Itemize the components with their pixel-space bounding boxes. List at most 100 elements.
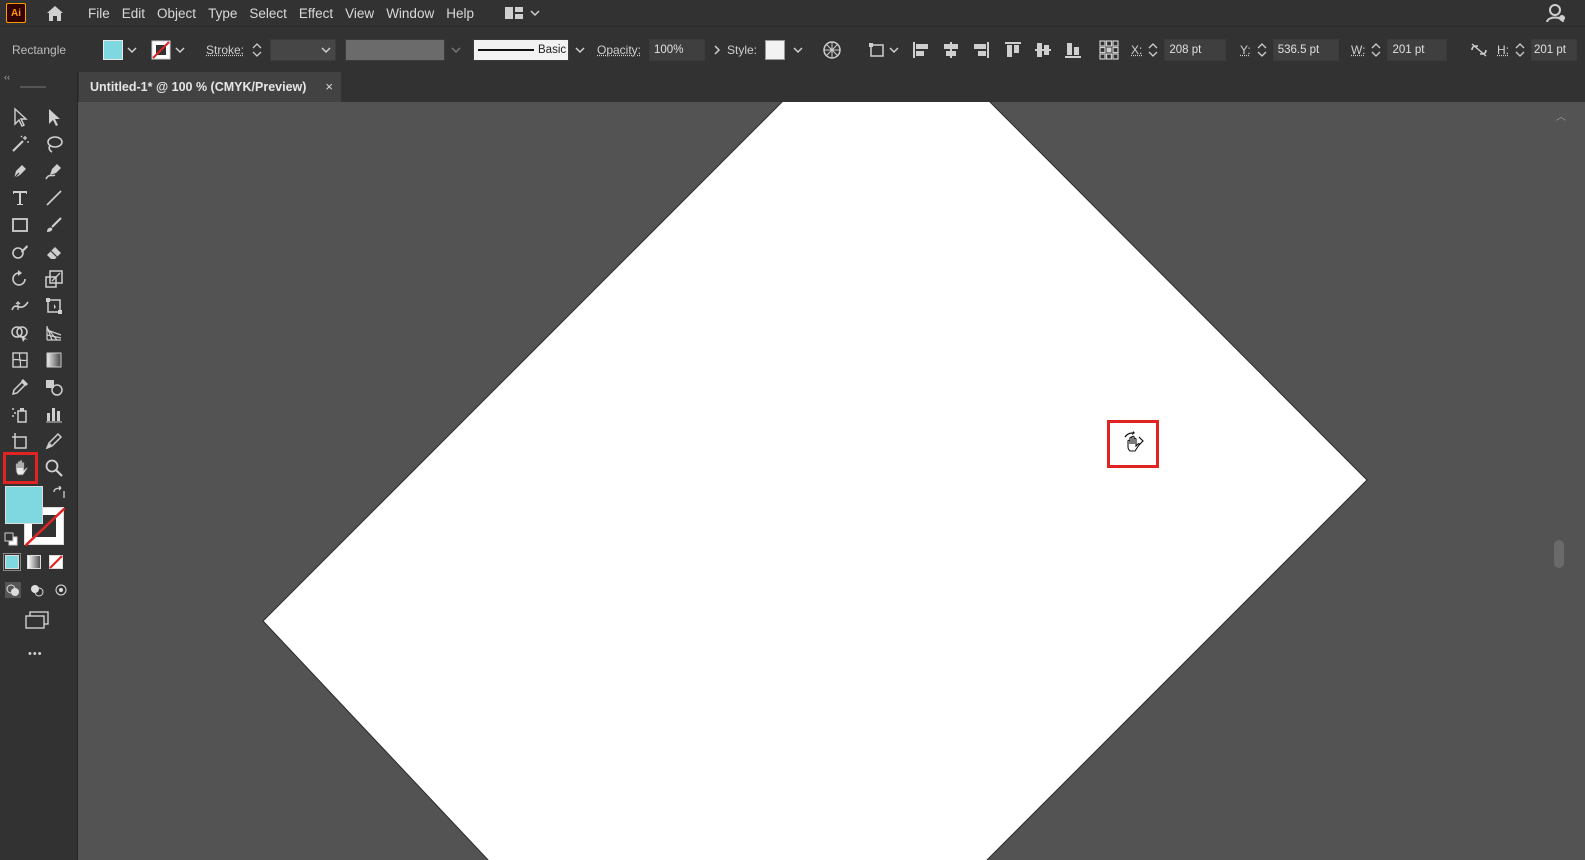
collapse-panel-icon[interactable]: ‹‹ xyxy=(4,72,10,82)
selection-tool[interactable] xyxy=(6,104,34,130)
variable-width-profile[interactable] xyxy=(345,27,461,73)
draw-behind-icon[interactable] xyxy=(29,582,45,598)
brush-definition-field[interactable]: Basic xyxy=(473,39,569,61)
align-vertical-center-icon[interactable] xyxy=(1033,40,1053,60)
w-stepper[interactable] xyxy=(1371,40,1381,60)
stroke-weight-field[interactable] xyxy=(270,39,336,61)
direct-selection-tool[interactable] xyxy=(40,104,68,130)
magic-wand-tool[interactable] xyxy=(6,131,34,157)
align-left-icon[interactable] xyxy=(911,40,931,60)
x-stepper[interactable] xyxy=(1148,40,1158,60)
menu-view[interactable]: View xyxy=(345,6,384,21)
eyedropper-tool[interactable] xyxy=(6,374,34,400)
zoom-tool[interactable] xyxy=(40,455,68,481)
artboard-tool[interactable] xyxy=(6,428,34,454)
symbol-sprayer-tool[interactable] xyxy=(6,401,34,427)
rectangle-tool[interactable] xyxy=(6,212,34,238)
reference-point-button[interactable] xyxy=(1098,27,1120,73)
rotated-artboard[interactable] xyxy=(263,102,1367,860)
close-icon[interactable]: × xyxy=(325,79,333,94)
screen-mode-icon[interactable] xyxy=(24,610,50,630)
line-segment-tool[interactable] xyxy=(40,185,68,211)
none-mode-icon[interactable] xyxy=(49,555,63,569)
shape-options-button[interactable] xyxy=(867,27,899,73)
illustrator-window: Ai File Edit Object Type Select Effect V… xyxy=(0,0,1585,860)
fill-color-swatch-front[interactable] xyxy=(5,486,43,524)
x-field[interactable]: 208 pt xyxy=(1164,39,1226,61)
workspace-switcher[interactable] xyxy=(504,6,540,20)
w-label: W: xyxy=(1351,43,1365,57)
blend-tool[interactable] xyxy=(40,374,68,400)
menu-select[interactable]: Select xyxy=(249,6,297,21)
control-bar: Rectangle Stroke: xyxy=(0,26,1585,72)
opacity-label[interactable]: Opacity: xyxy=(597,43,641,57)
chevron-down-icon[interactable] xyxy=(793,45,803,55)
stroke-color-control[interactable] xyxy=(151,27,185,73)
opacity-field[interactable]: 100% xyxy=(649,39,705,61)
home-button[interactable] xyxy=(44,3,66,23)
scale-tool[interactable] xyxy=(40,266,68,292)
canvas-area[interactable] xyxy=(79,102,1554,860)
align-horizontal-center-icon[interactable] xyxy=(941,40,961,60)
shape-builder-tool[interactable] xyxy=(6,320,34,346)
draw-normal-icon[interactable] xyxy=(5,582,21,598)
menu-type[interactable]: Type xyxy=(208,6,247,21)
paintbrush-tool[interactable] xyxy=(40,212,68,238)
free-transform-tool[interactable] xyxy=(40,293,68,319)
fill-control[interactable] xyxy=(103,27,137,73)
w-field[interactable]: 201 pt xyxy=(1387,39,1447,61)
panel-grip[interactable] xyxy=(20,86,46,88)
align-top-icon[interactable] xyxy=(1003,40,1023,60)
slice-tool[interactable] xyxy=(40,428,68,454)
brush-definition-control[interactable]: Basic xyxy=(473,27,585,73)
scroll-up-arrow-icon[interactable]: ︿ xyxy=(1556,108,1566,123)
align-right-icon[interactable] xyxy=(971,40,991,60)
perspective-grid-tool[interactable] xyxy=(40,320,68,346)
scrollbar-thumb[interactable] xyxy=(1554,540,1564,568)
column-graph-tool[interactable] xyxy=(40,401,68,427)
chevron-up-icon xyxy=(1257,42,1267,50)
draw-inside-icon[interactable] xyxy=(53,582,69,598)
user-account-button[interactable] xyxy=(1545,2,1567,24)
gradient-tool[interactable] xyxy=(40,347,68,373)
variable-width-field[interactable] xyxy=(345,39,445,61)
constrain-proportions-button[interactable] xyxy=(1469,27,1489,73)
y-stepper[interactable] xyxy=(1257,40,1267,60)
graphic-style-swatch[interactable] xyxy=(765,40,785,60)
align-bottom-icon[interactable] xyxy=(1063,40,1083,60)
curvature-tool[interactable] xyxy=(40,158,68,184)
menu-help[interactable]: Help xyxy=(446,6,484,21)
shaper-tool[interactable] xyxy=(6,239,34,265)
menu-effect[interactable]: Effect xyxy=(299,6,343,21)
recolor-artwork-button[interactable] xyxy=(822,27,842,73)
menu-window[interactable]: Window xyxy=(386,6,444,21)
rectangle-icon xyxy=(10,215,30,235)
y-field[interactable]: 536.5 pt xyxy=(1273,39,1339,61)
type-tool[interactable] xyxy=(6,185,34,211)
width-tool[interactable] xyxy=(6,293,34,319)
vertical-scrollbar[interactable] xyxy=(1554,102,1585,860)
document-tab[interactable]: Untitled-1* @ 100 % (CMYK/Preview) × xyxy=(79,72,341,102)
fill-swatch[interactable] xyxy=(103,40,123,60)
rotate-tool[interactable] xyxy=(6,266,34,292)
lasso-icon xyxy=(44,134,64,154)
menu-list: File Edit Object Type Select Effect View… xyxy=(88,6,486,21)
menu-object[interactable]: Object xyxy=(157,6,206,21)
gradient-mode-button[interactable] xyxy=(27,555,41,569)
h-field[interactable]: 201 pt xyxy=(1531,39,1577,61)
more-tools-button[interactable]: ••• xyxy=(28,648,43,660)
lasso-tool[interactable] xyxy=(40,131,68,157)
default-fill-stroke-icon[interactable] xyxy=(4,532,18,546)
eraser-tool[interactable] xyxy=(40,239,68,265)
chevron-right-icon[interactable] xyxy=(713,45,721,55)
color-mode-button[interactable] xyxy=(5,555,19,569)
mesh-tool[interactable] xyxy=(6,347,34,373)
pen-tool[interactable] xyxy=(6,158,34,184)
menu-file[interactable]: File xyxy=(88,6,120,21)
stroke-none-swatch-icon[interactable] xyxy=(151,40,171,60)
stroke-stepper[interactable] xyxy=(252,40,262,60)
h-stepper[interactable] xyxy=(1515,40,1525,60)
menu-edit[interactable]: Edit xyxy=(122,6,155,21)
hand-tool[interactable] xyxy=(5,454,36,482)
swap-fill-stroke-icon[interactable] xyxy=(52,486,66,500)
